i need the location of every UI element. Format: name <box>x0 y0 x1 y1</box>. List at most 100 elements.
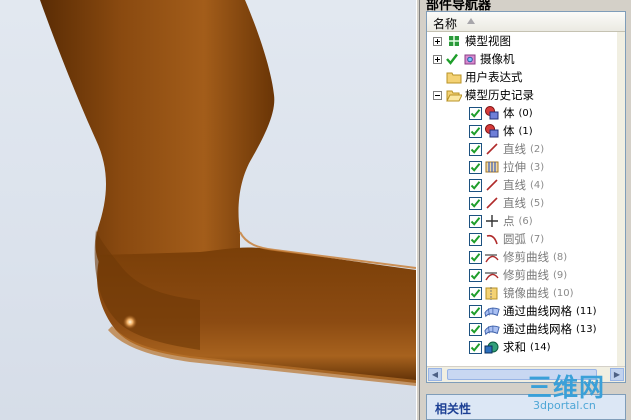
visibility-checkbox[interactable] <box>469 214 482 228</box>
tree-node-index: (3) <box>530 161 545 173</box>
tree-node[interactable]: 点 (6) <box>469 212 533 230</box>
scroll-left-button[interactable]: ◀ <box>428 368 442 381</box>
tree-node[interactable]: 摄像机 <box>433 50 515 68</box>
visibility-checkbox[interactable] <box>469 268 482 282</box>
trim-curve-icon <box>484 249 500 265</box>
tree-node[interactable]: 用户表达式 <box>433 68 523 86</box>
part-navigator-panel: 部件导航器 名称 模型视图 摄像机 用户表达式 模型历史记录体 (0) 体 (1) 直线 (2)… <box>420 0 631 420</box>
tree-node[interactable]: 通过曲线网格 (13) <box>469 320 597 338</box>
tree-node-label: 求和 <box>503 340 526 354</box>
sort-ascending-icon <box>467 18 475 24</box>
visibility-checkbox[interactable] <box>469 304 482 318</box>
arc-icon <box>484 231 500 247</box>
tree-node-index: (11) <box>576 305 597 317</box>
body-icon <box>484 105 500 121</box>
mirror-curve-icon <box>484 285 500 301</box>
curve-mesh-icon <box>484 303 500 319</box>
visibility-checkbox[interactable] <box>469 250 482 264</box>
visibility-checkbox[interactable] <box>469 106 482 120</box>
trim-curve-icon <box>484 267 500 283</box>
tree-node-index: (2) <box>530 143 545 155</box>
line-icon <box>484 141 500 157</box>
tree-node[interactable]: 通过曲线网格 (11) <box>469 302 597 320</box>
tree-node-label: 体 <box>503 106 515 120</box>
tree-node[interactable]: 体 (1) <box>469 122 533 140</box>
tree-node[interactable]: 直线 (4) <box>469 176 544 194</box>
scroll-thumb[interactable] <box>447 369 597 380</box>
horizontal-scrollbar[interactable]: ◀ ▶ <box>427 366 625 382</box>
tree-node-index: (13) <box>576 323 597 335</box>
tree-node-label: 摄像机 <box>480 52 515 66</box>
tree-node-label: 镜像曲线 <box>503 286 549 300</box>
bent-tube-model <box>0 0 416 420</box>
tree-node[interactable]: 模型历史记录 <box>433 86 534 104</box>
visibility-checkbox[interactable] <box>469 124 482 138</box>
tree-node-label: 修剪曲线 <box>503 268 549 282</box>
tree-node-index: (7) <box>530 233 545 245</box>
tree-node[interactable]: 直线 (5) <box>469 194 544 212</box>
tree-node-label: 模型历史记录 <box>465 88 534 102</box>
extrude-icon <box>484 159 500 175</box>
dependencies-label: 相关性 <box>435 402 472 416</box>
curve-mesh-icon <box>484 321 500 337</box>
navigator-tree[interactable]: 名称 模型视图 摄像机 用户表达式 模型历史记录体 (0) 体 (1) 直线 (2) 拉伸 (3) 直… <box>426 11 626 383</box>
visibility-checkbox[interactable] <box>469 286 482 300</box>
tree-node-index: (10) <box>553 287 574 299</box>
tree-node-label: 圆弧 <box>503 232 526 246</box>
body-icon <box>484 123 500 139</box>
column-header-name[interactable]: 名称 <box>427 12 625 32</box>
tree-node-label: 修剪曲线 <box>503 250 549 264</box>
visibility-checkbox[interactable] <box>469 232 482 246</box>
vertical-scrollbar[interactable] <box>617 32 625 366</box>
tree-node-label: 通过曲线网格 <box>503 304 572 318</box>
expand-plus-icon[interactable] <box>433 54 442 64</box>
tree-node-label: 拉伸 <box>503 160 526 174</box>
tree-node[interactable]: 圆弧 (7) <box>469 230 544 248</box>
tree-node[interactable]: 修剪曲线 (8) <box>469 248 567 266</box>
tree-node[interactable]: 求和 (14) <box>469 338 551 356</box>
visibility-checkbox[interactable] <box>469 160 482 174</box>
tree-node-index: (1) <box>518 125 533 137</box>
tree-node-index: (5) <box>530 197 545 209</box>
tree-node-label: 体 <box>503 124 515 138</box>
dependencies-panel-header[interactable]: 相关性 <box>426 394 626 420</box>
tree-node-index: (4) <box>530 179 545 191</box>
unite-icon <box>484 339 500 355</box>
folder-icon <box>446 69 462 85</box>
line-icon <box>484 177 500 193</box>
point-icon <box>484 213 500 229</box>
tree-node-index: (6) <box>518 215 533 227</box>
tree-node-label: 直线 <box>503 196 526 210</box>
tree-node-label: 点 <box>503 214 515 228</box>
tree-node[interactable]: 修剪曲线 (9) <box>469 266 567 284</box>
visible-check-icon[interactable] <box>446 51 458 67</box>
tree-node-label: 通过曲线网格 <box>503 322 572 336</box>
folder-open-icon <box>446 87 462 103</box>
column-header-label: 名称 <box>433 17 458 31</box>
graphics-viewport[interactable] <box>0 0 416 420</box>
line-icon <box>484 195 500 211</box>
tree-node[interactable]: 直线 (2) <box>469 140 544 158</box>
tree-node-index: (9) <box>553 269 568 281</box>
tree-node[interactable]: 模型视图 <box>433 32 511 50</box>
tree-node-index: (0) <box>518 107 533 119</box>
tree-node-label: 直线 <box>503 178 526 192</box>
scroll-right-button[interactable]: ▶ <box>610 368 624 381</box>
tree-node-index: (14) <box>530 341 551 353</box>
tree-node-index: (8) <box>553 251 568 263</box>
visibility-checkbox[interactable] <box>469 196 482 210</box>
tree-node[interactable]: 拉伸 (3) <box>469 158 544 176</box>
visibility-checkbox[interactable] <box>469 142 482 156</box>
tree-node[interactable]: 体 (0) <box>469 104 533 122</box>
tree-node-label: 直线 <box>503 142 526 156</box>
collapse-minus-icon[interactable] <box>433 90 442 100</box>
camera-icon <box>461 51 477 67</box>
visibility-checkbox[interactable] <box>469 322 482 336</box>
visibility-checkbox[interactable] <box>469 340 482 354</box>
expand-plus-icon[interactable] <box>433 36 442 46</box>
tree-node-label: 模型视图 <box>465 34 511 48</box>
visibility-checkbox[interactable] <box>469 178 482 192</box>
tree-node-label: 用户表达式 <box>465 70 523 84</box>
tree-node[interactable]: 镜像曲线 (10) <box>469 284 574 302</box>
model-view-icon <box>446 33 462 49</box>
